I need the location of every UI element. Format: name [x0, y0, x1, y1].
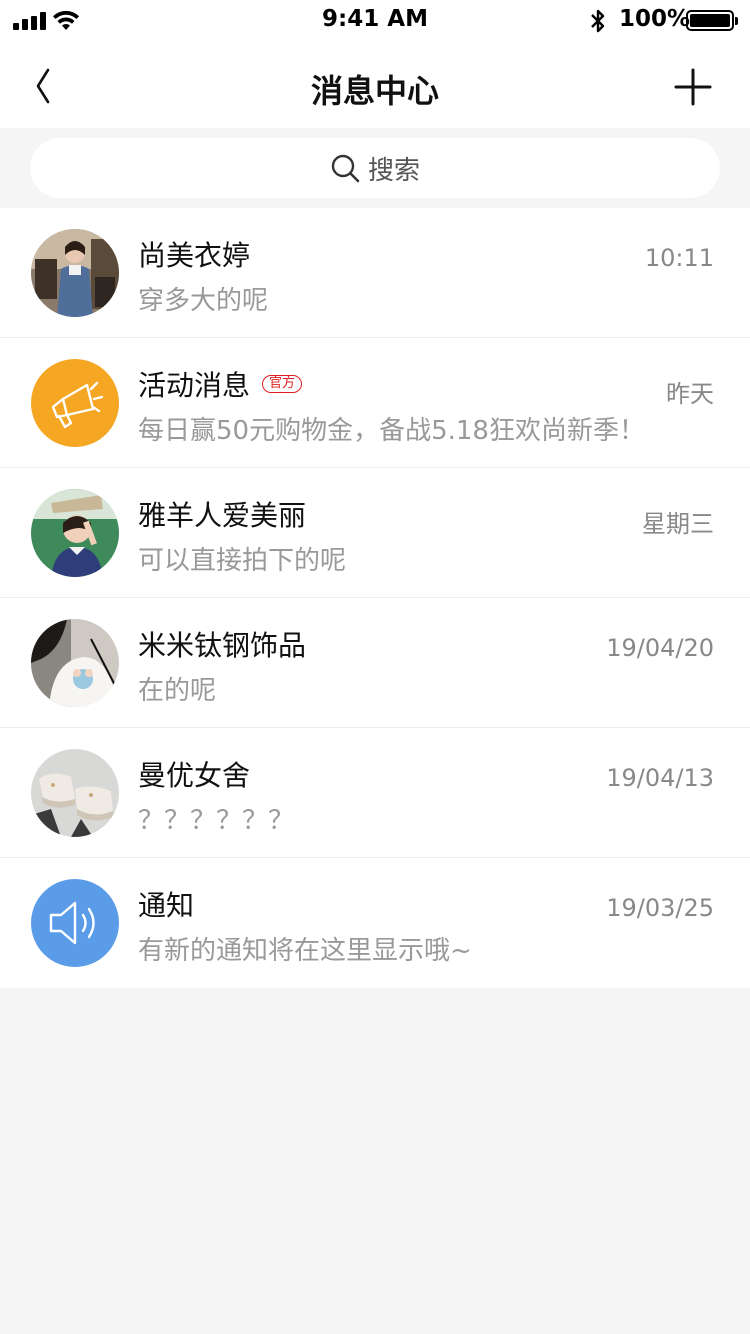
- back-button[interactable]: [26, 64, 66, 108]
- avatar: [31, 489, 119, 577]
- chevron-left-icon: [36, 68, 50, 104]
- contact-name: 活动消息 官方: [138, 364, 303, 404]
- search-icon: [331, 154, 360, 183]
- message-time: 昨天: [666, 380, 714, 408]
- message-time: 星期三: [642, 510, 714, 538]
- add-button[interactable]: [672, 66, 714, 108]
- contact-name: 米米钛钢饰品: [138, 629, 307, 662]
- search-area: 搜索: [0, 128, 750, 208]
- contact-name: 雅羊人爱美丽: [138, 499, 307, 532]
- list-item[interactable]: 通知 有新的通知将在这里显示哦~ 19/03/25: [0, 858, 750, 988]
- message-preview: 有新的通知将在这里显示哦~: [138, 936, 472, 966]
- list-item[interactable]: 尚美衣婷 穿多大的呢 10:11: [0, 208, 750, 338]
- message-center-screen: 9:41 AM 100% 消息中心 搜索 尚美衣婷 穿多大的呢 10:11 活动…: [0, 0, 750, 1334]
- search-placeholder: 搜索: [367, 155, 420, 186]
- page-title: 消息中心: [310, 72, 439, 110]
- avatar: [31, 359, 119, 447]
- plus-icon: [674, 68, 712, 106]
- message-list: 尚美衣婷 穿多大的呢 10:11 活动消息 官方 每日赢50元购物金，备战5.18…: [0, 208, 750, 988]
- megaphone-icon: [51, 381, 104, 429]
- avatar: [31, 229, 119, 317]
- avatar: [31, 879, 119, 967]
- avatar: [31, 619, 119, 707]
- message-time: 10:11: [644, 244, 714, 272]
- navigation-bar: 消息中心: [0, 40, 750, 128]
- message-preview: ？？？？？？: [138, 806, 295, 836]
- contact-name-text: 活动消息: [138, 369, 251, 402]
- status-bar: 9:41 AM 100%: [0, 0, 750, 40]
- official-badge: 官方: [262, 375, 303, 393]
- message-preview: 穿多大的呢: [138, 286, 269, 316]
- message-preview: 在的呢: [138, 676, 217, 706]
- battery-icon: [686, 10, 738, 31]
- battery-percent: 100%: [619, 6, 691, 32]
- message-time: 19/04/20: [606, 634, 714, 662]
- contact-name: 通知: [138, 889, 195, 922]
- speaker-icon: [49, 901, 95, 945]
- list-item[interactable]: 米米钛钢饰品 在的呢 19/04/20: [0, 598, 750, 728]
- contact-name: 尚美衣婷: [138, 239, 251, 272]
- list-item[interactable]: 活动消息 官方 每日赢50元购物金，备战5.18狂欢尚新季！ 昨天: [0, 338, 750, 468]
- avatar: [31, 749, 119, 837]
- search-input[interactable]: 搜索: [30, 138, 720, 198]
- list-item[interactable]: 雅羊人爱美丽 可以直接拍下的呢 星期三: [0, 468, 750, 598]
- list-item[interactable]: 曼优女舍 ？？？？？？ 19/04/13: [0, 728, 750, 858]
- bluetooth-icon: [591, 9, 605, 33]
- message-time: 19/04/13: [606, 764, 714, 792]
- message-preview: 每日赢50元购物金，备战5.18狂欢尚新季！: [138, 416, 645, 446]
- contact-name: 曼优女舍: [138, 759, 251, 792]
- message-preview: 可以直接拍下的呢: [138, 546, 347, 576]
- message-time: 19/03/25: [606, 894, 714, 922]
